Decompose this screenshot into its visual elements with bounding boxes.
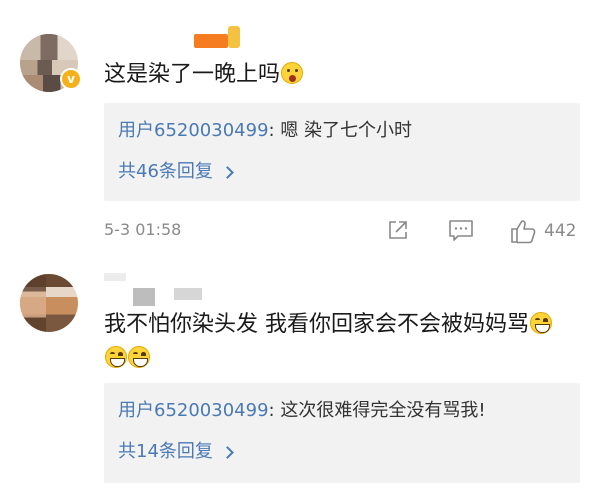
reply-count-label: 共46条回复: [118, 161, 213, 182]
reply-box[interactable]: 用户6520030499: 这次很难得完全没有骂我! 共14条回复: [104, 383, 580, 483]
comment-text: 这是染了一晚上吗: [104, 58, 584, 92]
comment-body: 这是染了一晚上吗: [104, 62, 281, 87]
grinning-face-icon: [128, 346, 150, 368]
reply-preview: 用户6520030499: 这次很难得完全没有骂我!: [118, 397, 566, 425]
comment-button[interactable]: [448, 218, 474, 242]
comment-body: 我不怕你染头发 我看你回家会不会被妈妈骂: [104, 312, 529, 337]
comment-icon: [449, 220, 473, 241]
thumbs-up-icon: [511, 220, 536, 244]
user-level-icon: [228, 26, 240, 48]
username-redacted[interactable]: [174, 288, 202, 300]
comment-text: 我不怕你染头发 我看你回家会不会被妈妈骂: [104, 308, 574, 376]
username-redacted[interactable]: [194, 34, 228, 48]
reply-username[interactable]: 用户6520030499: [118, 120, 269, 141]
verified-badge-icon: v: [60, 68, 82, 90]
avatar[interactable]: [20, 274, 78, 332]
grinning-face-icon: [105, 346, 127, 368]
view-replies-link[interactable]: 共14条回复: [118, 439, 566, 465]
comment-item: v 这是染了一晚上吗 用户6520030499: 嗯 染了七个小时 共46条回复…: [0, 0, 600, 258]
reply-content: : 嗯 染了七个小时: [268, 120, 413, 141]
reply-username[interactable]: 用户6520030499: [118, 400, 269, 421]
share-icon: [389, 221, 407, 239]
reply-preview: 用户6520030499: 嗯 染了七个小时: [118, 117, 566, 145]
chevron-right-icon: [221, 165, 234, 179]
reply-count-label: 共14条回复: [118, 441, 213, 462]
share-button[interactable]: [386, 218, 410, 242]
like-button[interactable]: 442: [510, 218, 576, 244]
shocked-face-icon: [281, 62, 304, 84]
username-redacted[interactable]: [104, 273, 126, 281]
username-redacted[interactable]: [133, 288, 155, 306]
view-replies-link[interactable]: 共46条回复: [118, 159, 566, 185]
like-count: 442: [544, 221, 577, 241]
comment-timestamp: 5-3 01:58: [104, 220, 182, 239]
chevron-right-icon: [221, 445, 234, 459]
reply-content: : 这次很难得完全没有骂我!: [268, 400, 486, 421]
grinning-face-icon: [530, 312, 552, 334]
reply-box[interactable]: 用户6520030499: 嗯 染了七个小时 共46条回复: [104, 103, 580, 201]
